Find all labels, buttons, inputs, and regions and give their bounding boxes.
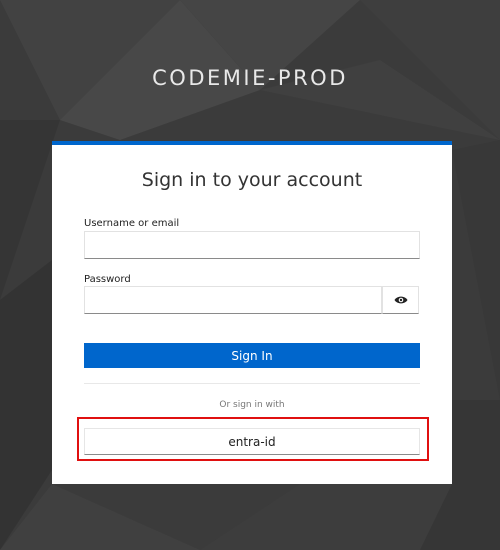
sign-in-button[interactable]: Sign In <box>84 343 420 368</box>
username-input[interactable] <box>84 231 420 259</box>
password-input[interactable] <box>84 286 382 314</box>
password-label: Password <box>84 274 131 285</box>
social-divider-text: Or sign in with <box>219 400 285 410</box>
entra-id-provider-button[interactable]: entra-id <box>84 428 420 455</box>
divider <box>84 383 420 384</box>
eye-icon <box>394 296 407 304</box>
login-card: Sign in to your account Username or emai… <box>52 141 452 484</box>
realm-title: CODEMIE-PROD <box>152 66 348 90</box>
show-password-button[interactable] <box>382 286 419 314</box>
page-title: Sign in to your account <box>141 169 363 191</box>
username-label: Username or email <box>84 218 180 229</box>
